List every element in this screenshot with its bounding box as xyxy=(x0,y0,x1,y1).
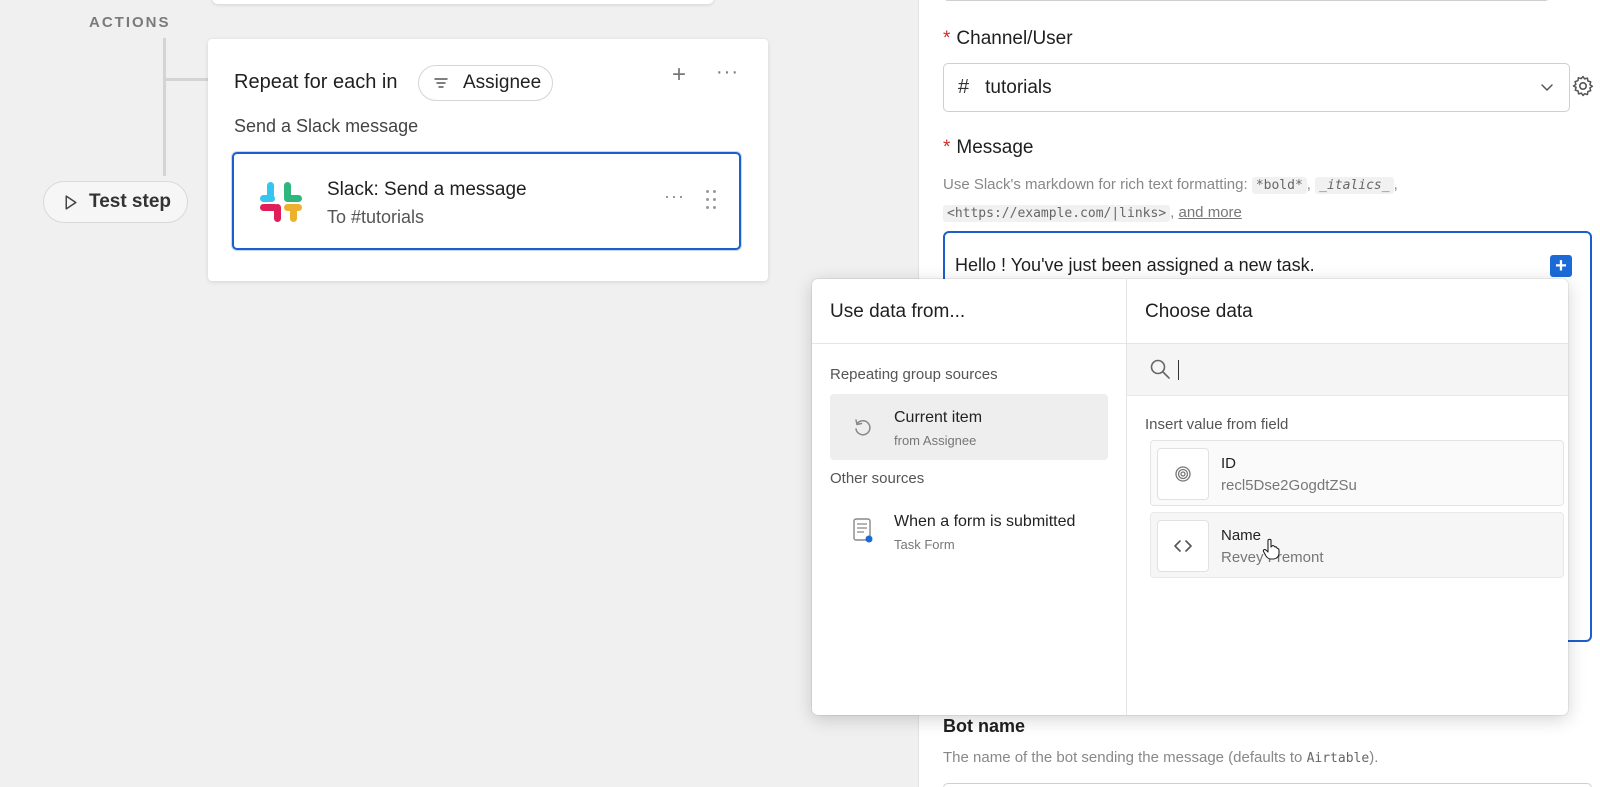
channel-field-label: * Channel/User xyxy=(943,28,1073,50)
required-mark: * xyxy=(943,137,951,158)
italics-example: _italics_ xyxy=(1315,177,1394,194)
test-step-label: Test step xyxy=(89,191,172,212)
undo-icon xyxy=(855,419,871,436)
bold-example: *bold* xyxy=(1251,177,1307,194)
message-label-text: Message xyxy=(956,137,1034,158)
source-subtitle: Task Form xyxy=(894,537,955,552)
slack-step-card[interactable]: Slack: Send a message To #tutorials ··· xyxy=(232,152,741,250)
list-filter-icon xyxy=(434,78,448,88)
message-field-label: * Message xyxy=(943,137,1034,159)
hand-pointer-icon xyxy=(1262,538,1280,560)
channel-select-value: tutorials xyxy=(985,76,1052,98)
data-source-column: Use data from... Repeating group sources… xyxy=(812,279,1127,715)
form-icon xyxy=(853,518,873,543)
hash-icon: # xyxy=(958,76,970,98)
source-current-item[interactable]: Current item from Assignee xyxy=(830,394,1108,460)
assignee-list-pill[interactable]: Assignee xyxy=(418,65,553,101)
flow-connector-branch xyxy=(163,78,209,81)
bot-name-hint: The name of the bot sending the message … xyxy=(943,749,1379,766)
previous-step-card[interactable] xyxy=(212,0,714,4)
use-data-from-title: Use data from... xyxy=(812,279,1126,344)
add-step-button[interactable]: + xyxy=(672,63,686,87)
slack-logo-icon xyxy=(260,182,302,222)
channel-label-text: Channel/User xyxy=(956,28,1073,49)
insert-data-button[interactable]: + xyxy=(1550,255,1572,277)
field-search-input[interactable] xyxy=(1179,356,1539,384)
links-example: <https://example.com/|links> xyxy=(943,205,1171,222)
gear-icon[interactable] xyxy=(1571,74,1595,98)
source-form-submitted[interactable]: When a form is submitted Task Form xyxy=(830,498,1108,564)
search-icon xyxy=(1150,359,1170,379)
slack-step-subtitle: To #tutorials xyxy=(327,207,425,227)
text-caret xyxy=(1178,360,1179,380)
field-name: ID xyxy=(1221,455,1236,472)
slack-step-more-button[interactable]: ··· xyxy=(664,186,685,207)
field-option-name[interactable]: Name Revey Fremont xyxy=(1150,512,1564,578)
chevron-down-icon xyxy=(1541,84,1553,91)
assignee-pill-label: Assignee xyxy=(463,72,542,93)
flow-connector xyxy=(163,38,166,176)
actions-section-label: ACTIONS xyxy=(89,14,171,31)
play-icon xyxy=(65,194,77,210)
data-picker-popup: Use data from... Repeating group sources… xyxy=(812,279,1568,715)
repeat-group-title: Repeat for each in xyxy=(234,71,398,93)
source-title: Current item xyxy=(894,409,983,426)
repeat-group-card[interactable]: Repeat for each in Assignee + ··· Send a… xyxy=(208,39,768,281)
repeat-more-button[interactable]: ··· xyxy=(716,61,739,84)
source-subtitle: from Assignee xyxy=(894,433,977,448)
field-value: recl5Dse2GogdtZSu xyxy=(1221,477,1357,494)
repeating-group-sources-label: Repeating group sources xyxy=(830,366,998,383)
required-mark: * xyxy=(943,28,951,49)
choose-data-title: Choose data xyxy=(1127,279,1568,344)
field-name: Name xyxy=(1221,527,1262,544)
drag-handle-icon[interactable] xyxy=(706,190,718,210)
previous-field-input[interactable] xyxy=(943,0,1550,1)
message-markdown-hint: Use Slack's markdown for rich text forma… xyxy=(943,176,1398,222)
field-search[interactable] xyxy=(1127,344,1568,396)
bot-name-label: Bot name xyxy=(943,716,1026,736)
repeat-group-subtitle: Send a Slack message xyxy=(234,116,419,136)
insert-value-label: Insert value from field xyxy=(1145,416,1289,433)
message-text: Hello ! You've just been assigned a new … xyxy=(955,255,1315,275)
choose-data-column: Choose data Insert value from field ID r… xyxy=(1127,279,1568,715)
slack-step-title: Slack: Send a message xyxy=(327,179,527,200)
other-sources-label: Other sources xyxy=(830,470,925,487)
channel-select[interactable]: # tutorials xyxy=(943,63,1570,112)
code-brackets-icon xyxy=(1157,520,1209,572)
fingerprint-icon xyxy=(1157,448,1209,500)
field-option-id[interactable]: ID recl5Dse2GogdtZSu xyxy=(1150,440,1564,506)
test-step-button[interactable]: Test step xyxy=(43,181,188,223)
source-title: When a form is submitted xyxy=(894,513,1076,530)
bot-name-input[interactable] xyxy=(943,783,1592,787)
and-more-link[interactable]: and more xyxy=(1179,204,1242,221)
